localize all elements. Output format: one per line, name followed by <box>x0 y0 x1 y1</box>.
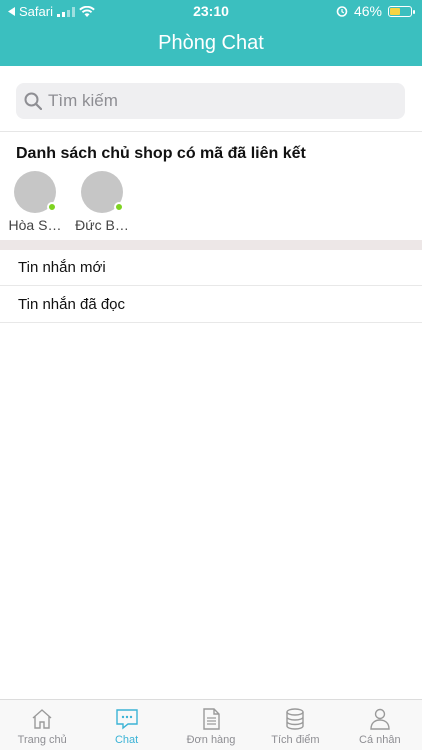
search-input[interactable] <box>48 91 388 111</box>
home-icon <box>32 709 52 729</box>
shop-name: Hòa S… <box>8 217 62 233</box>
page-title: Phòng Chat <box>158 32 264 54</box>
online-indicator <box>114 202 124 212</box>
online-indicator <box>47 202 57 212</box>
linked-shops-title: Danh sách chủ shop có mã đã liên kết <box>16 145 306 162</box>
search-icon <box>24 92 42 110</box>
tab-label: Tích điểm <box>271 734 320 746</box>
new-messages-label: Tin nhắn mới <box>18 259 106 276</box>
tab-profile[interactable]: Cá nhân <box>338 700 422 750</box>
document-icon <box>203 708 220 730</box>
user-icon <box>370 708 390 730</box>
shop-item[interactable]: Đức B… <box>69 171 135 233</box>
battery-icon <box>388 5 415 17</box>
section-divider <box>0 240 422 250</box>
tab-label: Chat <box>114 734 139 746</box>
tab-label: Trang chủ <box>17 734 67 746</box>
read-messages-label: Tin nhắn đã đọc <box>18 296 126 313</box>
search-section <box>0 66 422 132</box>
tab-home[interactable]: Trang chủ <box>0 700 84 750</box>
tab-chat[interactable]: Chat <box>84 700 168 750</box>
tab-label: Đơn hàng <box>186 734 236 746</box>
shop-item[interactable]: Hòa S… <box>2 171 68 233</box>
app-header: Safari 23:10 46% Phòng Chat <box>0 0 422 66</box>
chat-icon <box>115 709 138 730</box>
battery-percent: 46% <box>353 3 382 19</box>
linked-shops-section: Danh sách chủ shop có mã đã liên kết Hòa… <box>0 133 422 240</box>
read-messages-row[interactable]: Tin nhắn đã đọc <box>0 287 422 323</box>
search-bar[interactable] <box>16 83 405 119</box>
new-messages-row[interactable]: Tin nhắn mới <box>0 250 422 286</box>
tab-points[interactable]: Tích điểm <box>253 700 337 750</box>
alarm-icon <box>336 6 348 17</box>
shop-name: Đức B… <box>75 217 129 233</box>
tab-label: Cá nhân <box>359 734 401 746</box>
avatar <box>81 171 124 213</box>
avatar <box>14 171 57 213</box>
status-bar: Safari 23:10 46% <box>0 0 422 22</box>
tab-orders[interactable]: Đơn hàng <box>169 700 253 750</box>
database-icon <box>286 708 305 730</box>
bottom-tab-bar: Trang chủ Chat Đơn hàng Tích điểm Cá nhâ… <box>0 699 422 750</box>
